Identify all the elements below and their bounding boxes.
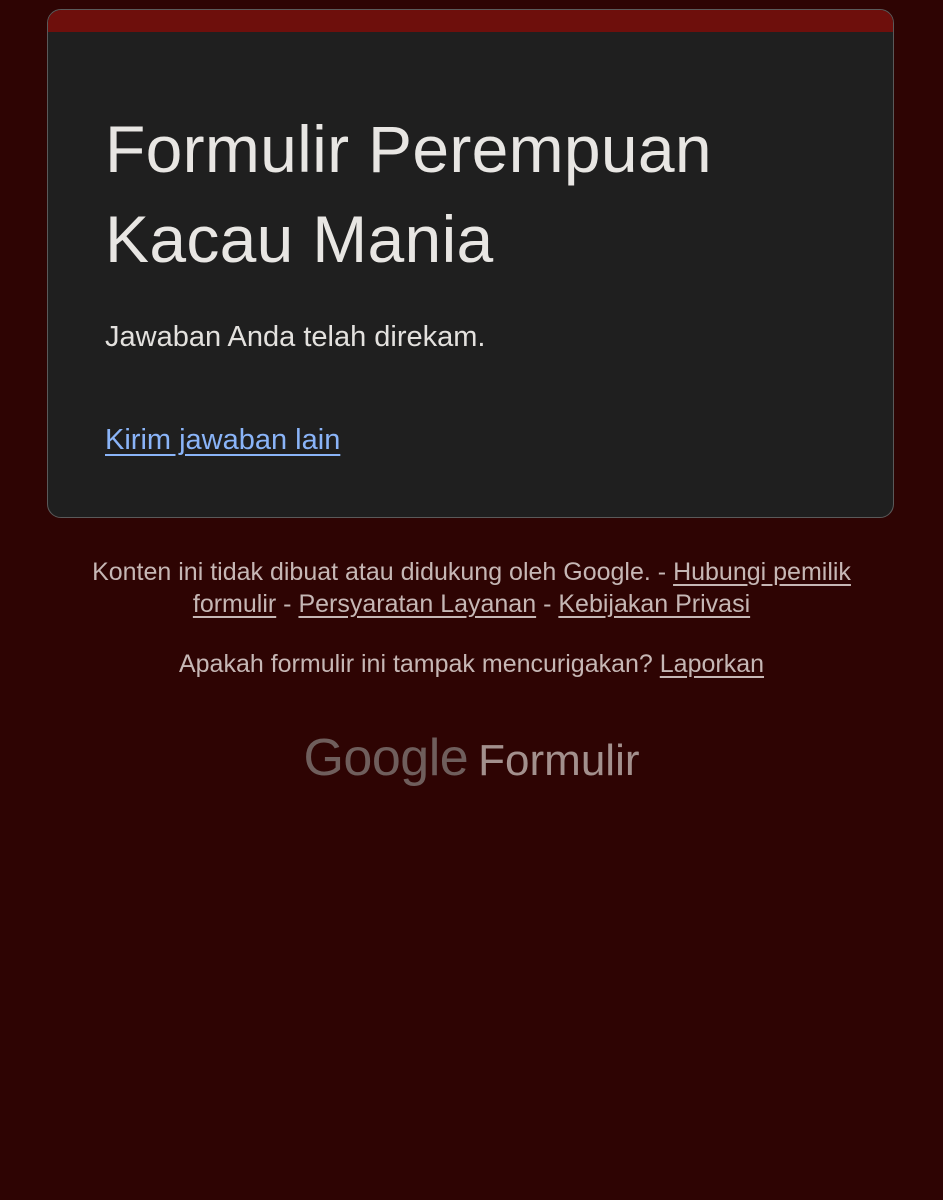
footer-report: Apakah formulir ini tampak mencurigakan?… xyxy=(90,648,853,680)
disclaimer-text: Konten ini tidak dibuat atau didukung ol… xyxy=(92,558,651,586)
google-wordmark: Google xyxy=(303,729,469,787)
footer-disclaimer: Konten ini tidak dibuat atau didukung ol… xyxy=(90,556,853,620)
google-forms-logo[interactable]: Google Formulir xyxy=(0,725,943,794)
privacy-policy-link[interactable]: Kebijakan Privasi xyxy=(558,590,750,618)
report-question: Apakah formulir ini tampak mencurigakan? xyxy=(178,650,653,678)
separator: - xyxy=(543,590,552,618)
submit-another-response-link[interactable]: Kirim jawaban lain xyxy=(105,421,340,459)
confirmation-message: Jawaban Anda telah direkam. xyxy=(105,321,486,353)
report-link[interactable]: Laporkan xyxy=(660,650,764,678)
separator: - xyxy=(283,590,292,618)
forms-wordmark: Formulir xyxy=(478,736,640,785)
form-title: Formulir Perempuan Kacau Mania xyxy=(105,112,712,276)
terms-of-service-link[interactable]: Persyaratan Layanan xyxy=(298,590,536,618)
card-accent-bar xyxy=(48,10,893,32)
form-card: Formulir Perempuan Kacau Mania Jawaban A… xyxy=(47,9,894,518)
separator: - xyxy=(657,558,667,586)
